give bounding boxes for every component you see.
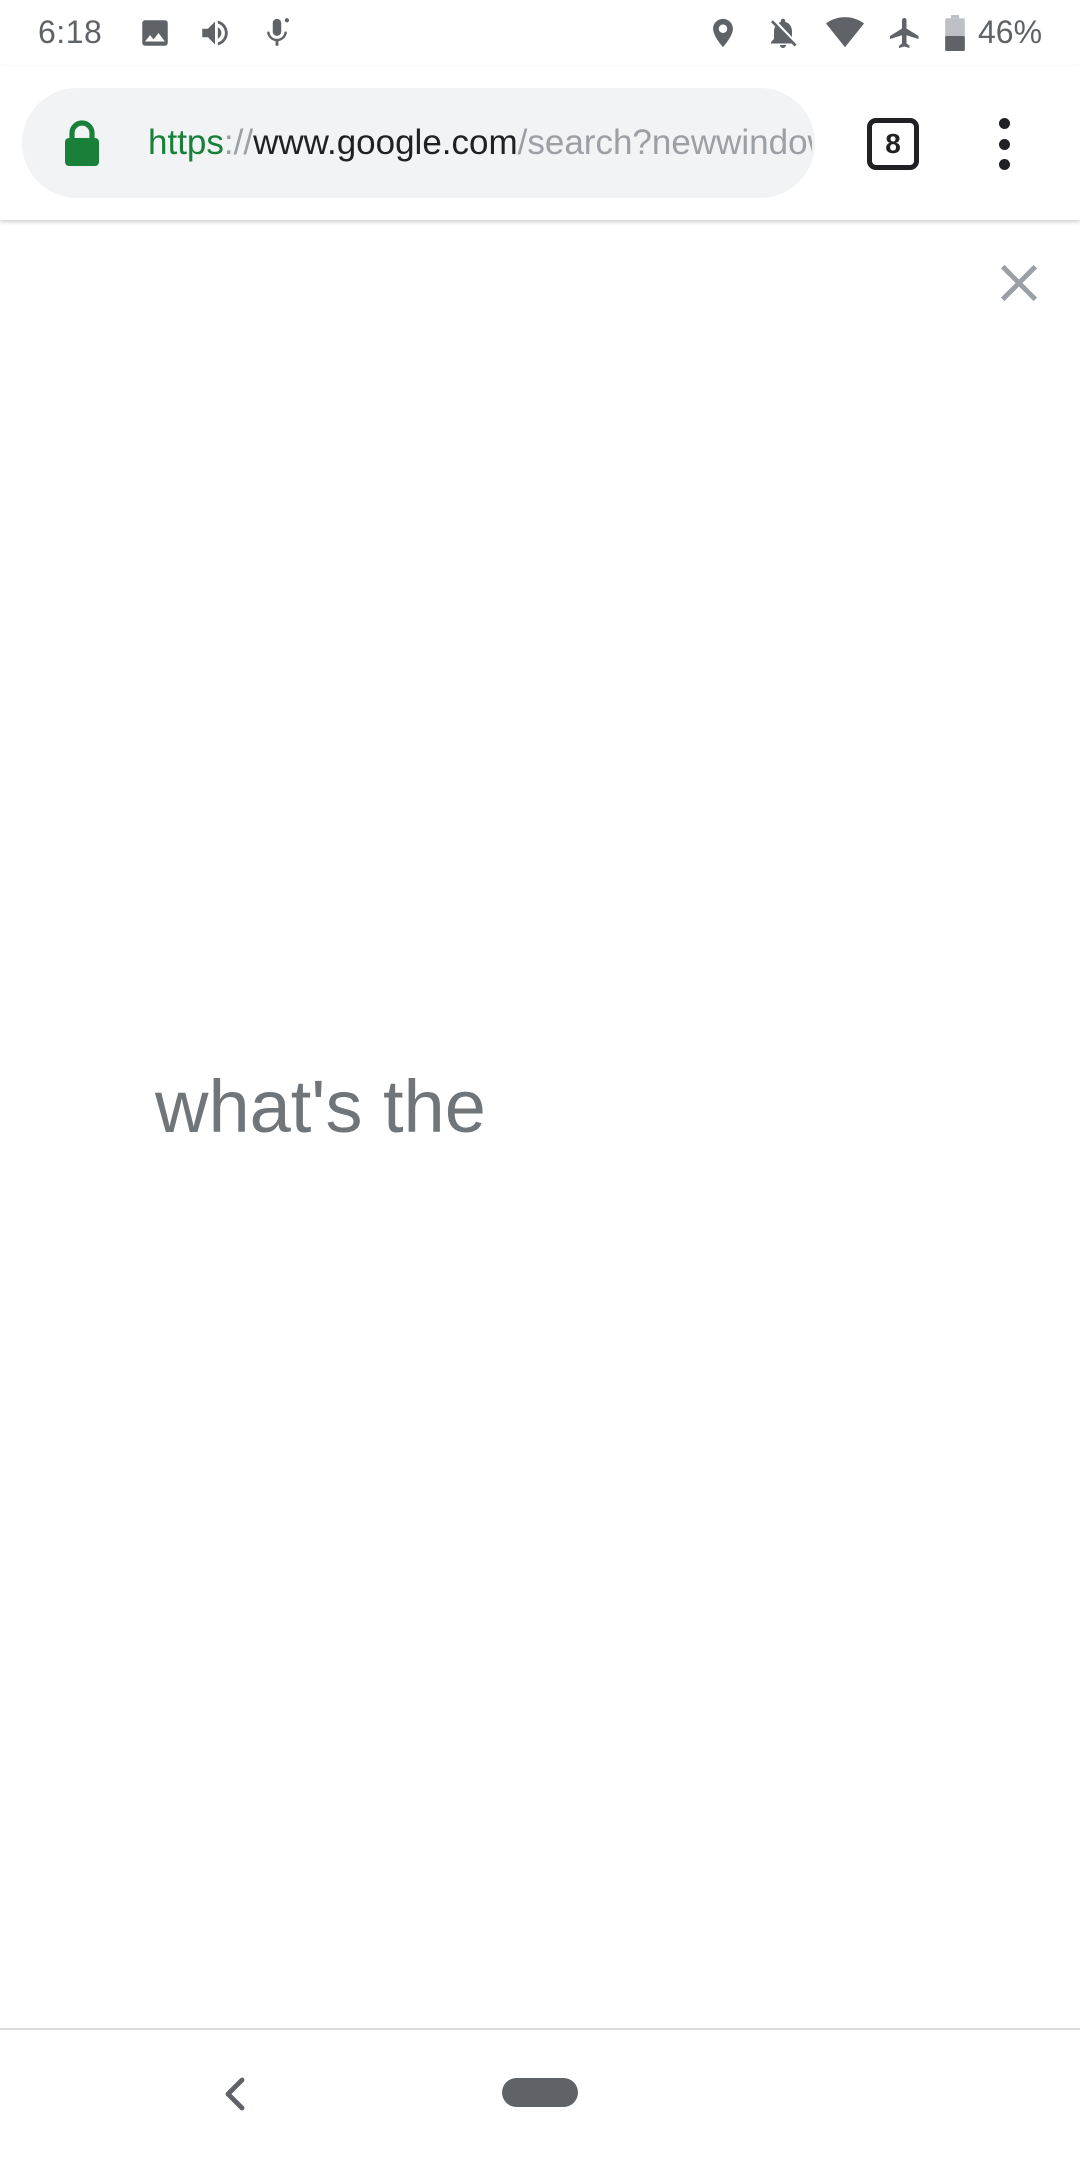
url-path: /search?newwindow [517,123,812,162]
more-vert-icon[interactable] [976,112,1032,176]
browser-toolbar: https://www.google.com/search?newwindow … [0,66,1080,220]
url-host: www.google.com [253,123,518,162]
wifi-icon [826,14,864,52]
url-separator: :// [223,123,254,162]
menu-dot [998,138,1010,150]
close-icon[interactable] [994,258,1044,308]
volume-icon [196,14,234,52]
menu-dot [998,118,1010,129]
voice-search-panel: what's the [0,220,1080,2028]
home-pill[interactable] [502,2078,578,2107]
location-icon [704,14,742,52]
url-scheme: https [148,123,224,162]
tab-count: 8 [885,128,901,159]
airplane-icon [886,14,924,52]
url-text[interactable]: https://www.google.com/search?newwindow [148,118,812,168]
back-chevron-icon[interactable] [218,2074,252,2114]
battery-percent: 46% [978,14,1043,50]
battery-icon [938,14,972,52]
url-bar[interactable]: https://www.google.com/search?newwindow [22,88,815,198]
lock-icon[interactable] [62,118,102,168]
mic-icon [258,14,296,52]
spoken-query-text: what's the [155,1065,486,1148]
system-nav-bar [0,2028,1080,2160]
status-time: 6:18 [38,14,103,50]
image-icon [136,14,174,52]
tab-switcher-button[interactable]: 8 [867,118,919,170]
notifications-off-icon [764,14,802,52]
status-bar: 6:18 46% [0,0,1080,66]
menu-dot [998,159,1010,170]
